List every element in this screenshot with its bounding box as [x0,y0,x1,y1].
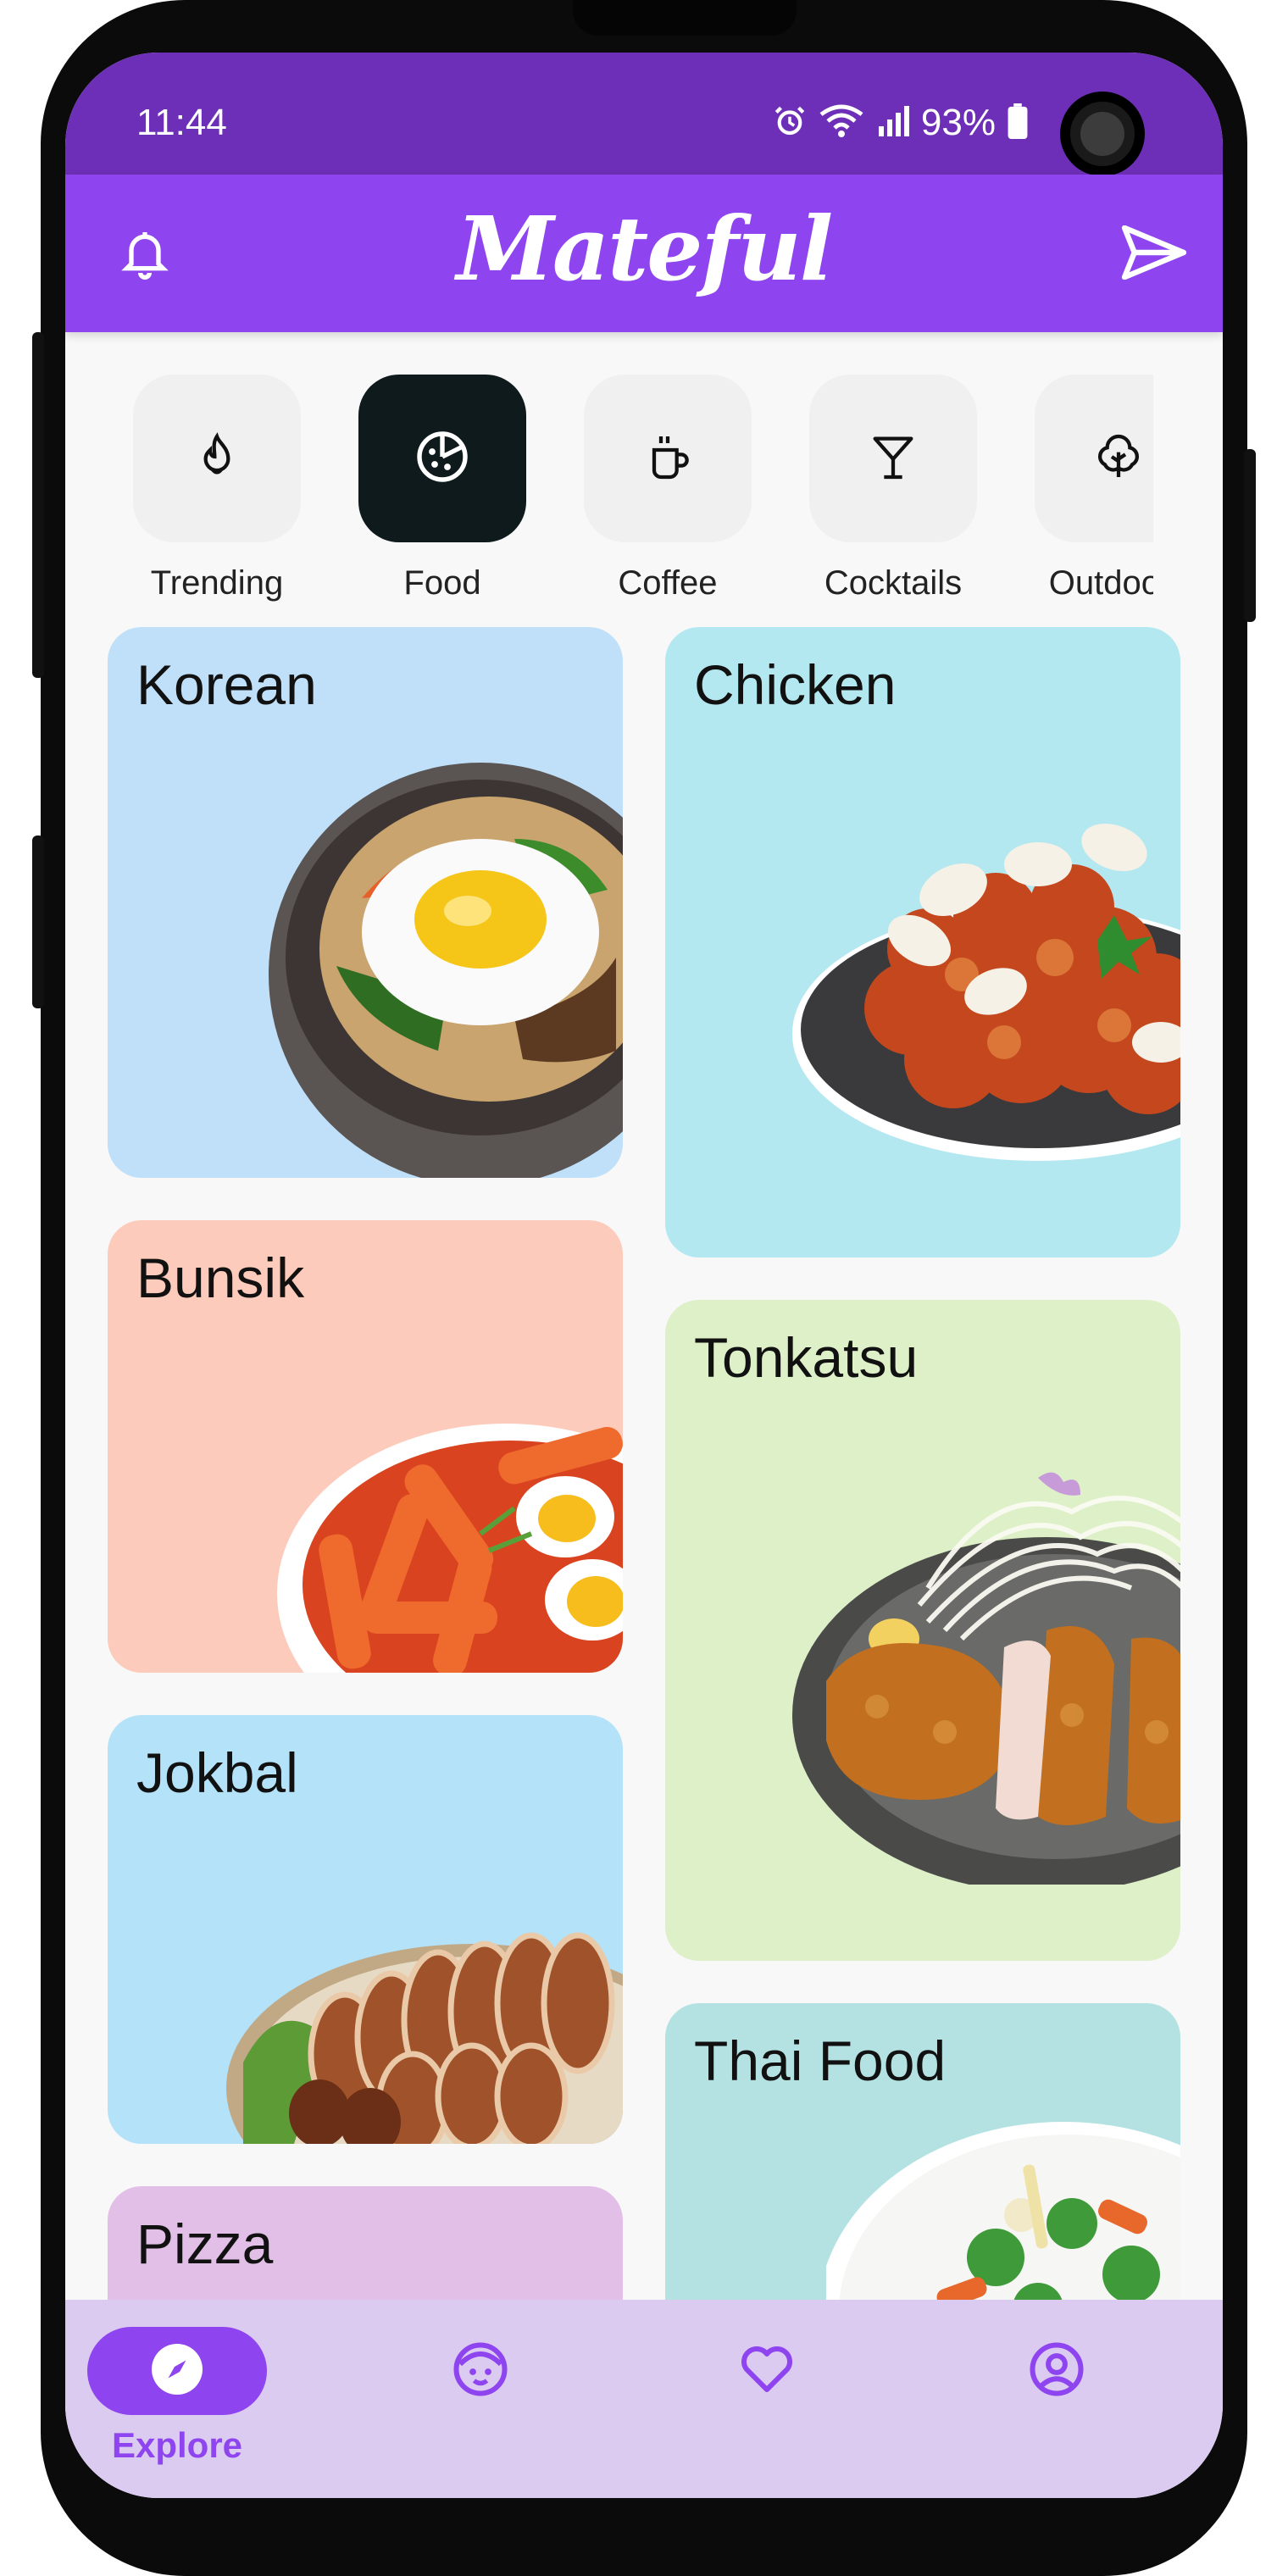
category-trending-button[interactable] [133,375,301,542]
phone-top-notch [573,0,797,36]
tonkatsu-image [792,1472,1180,1885]
flame-icon [190,430,244,488]
category-outdoors[interactable]: Outdoors [1035,375,1153,629]
phone-side-button [32,332,44,678]
nav-explore[interactable]: Explore [84,2327,270,2466]
card-korean[interactable]: Korean [108,627,623,1178]
category-outdoors-button[interactable] [1035,375,1153,542]
card-tonkatsu[interactable]: Tonkatsu [665,1300,1180,1961]
nav-face[interactable] [387,2327,574,2415]
nav-profile-button[interactable] [967,2327,1146,2415]
battery-icon [1008,103,1028,143]
face-icon [450,2339,511,2404]
signal-icon [875,104,909,142]
category-label: Trending [150,564,284,602]
tree-icon [1091,430,1146,488]
battery-percent: 93% [920,102,996,143]
heart-icon [736,2339,797,2404]
compass-icon [147,2339,208,2404]
status-bar: 11:44 93% [65,53,1223,176]
category-coffee[interactable]: Coffee [584,375,752,629]
category-food[interactable]: Food [358,375,526,629]
category-label: Coffee [618,564,718,602]
wifi-icon [819,103,863,143]
card-title: Bunsik [136,1246,305,1309]
bibimbap-image [269,763,623,1178]
cocktail-glass-icon [866,430,920,488]
status-time: 11:44 [136,102,227,143]
account-icon [1026,2339,1087,2404]
card-title: Korean [136,653,317,716]
nav-label: Explore [111,2425,243,2465]
phone-power-button [1244,449,1256,622]
tteokbokki-image [277,1424,623,1673]
app-title: Mateful [456,197,834,301]
card-title: Pizza [136,2212,274,2275]
category-trending[interactable]: Trending [133,375,301,629]
category-food-button[interactable] [358,375,526,542]
fried-chicken-image [792,823,1180,1161]
coffee-cup-icon [641,430,695,488]
card-title: Jokbal [136,1741,298,1804]
category-coffee-button[interactable] [584,375,752,542]
card-chicken[interactable]: Chicken [665,627,1180,1257]
category-label: Cocktails [824,564,963,602]
category-selector: Trending Food Coffee Cocktails Outdoo [133,375,1153,629]
card-title: Chicken [694,653,897,716]
card-title: Tonkatsu [694,1326,919,1389]
category-label: Outdoors [1048,564,1153,602]
send-icon[interactable] [1116,219,1192,286]
front-camera [1060,92,1145,176]
card-bunsik[interactable]: Bunsik [108,1220,623,1673]
bottom-navigation: Explore [65,2300,1223,2498]
nav-profile[interactable] [963,2327,1150,2415]
nav-favorites-button[interactable] [677,2327,857,2415]
nav-explore-indicator[interactable] [87,2327,267,2415]
card-jokbal[interactable]: Jokbal [108,1715,623,2144]
pizza-icon [412,426,473,491]
category-cocktails-button[interactable] [809,375,977,542]
jokbal-image [226,1932,623,2144]
nav-face-button[interactable] [391,2327,570,2415]
app-screen: 11:44 93% Mateful Trending Food Coffee C… [65,53,1223,2498]
status-icons: 93% [772,102,1028,144]
card-title: Thai Food [694,2029,947,2092]
category-cocktails[interactable]: Cocktails [809,375,977,629]
nav-favorites[interactable] [674,2327,860,2415]
app-bar: Mateful [65,175,1223,332]
phone-side-button [32,836,44,1008]
category-label: Food [403,564,481,602]
alarm-icon [772,103,808,143]
